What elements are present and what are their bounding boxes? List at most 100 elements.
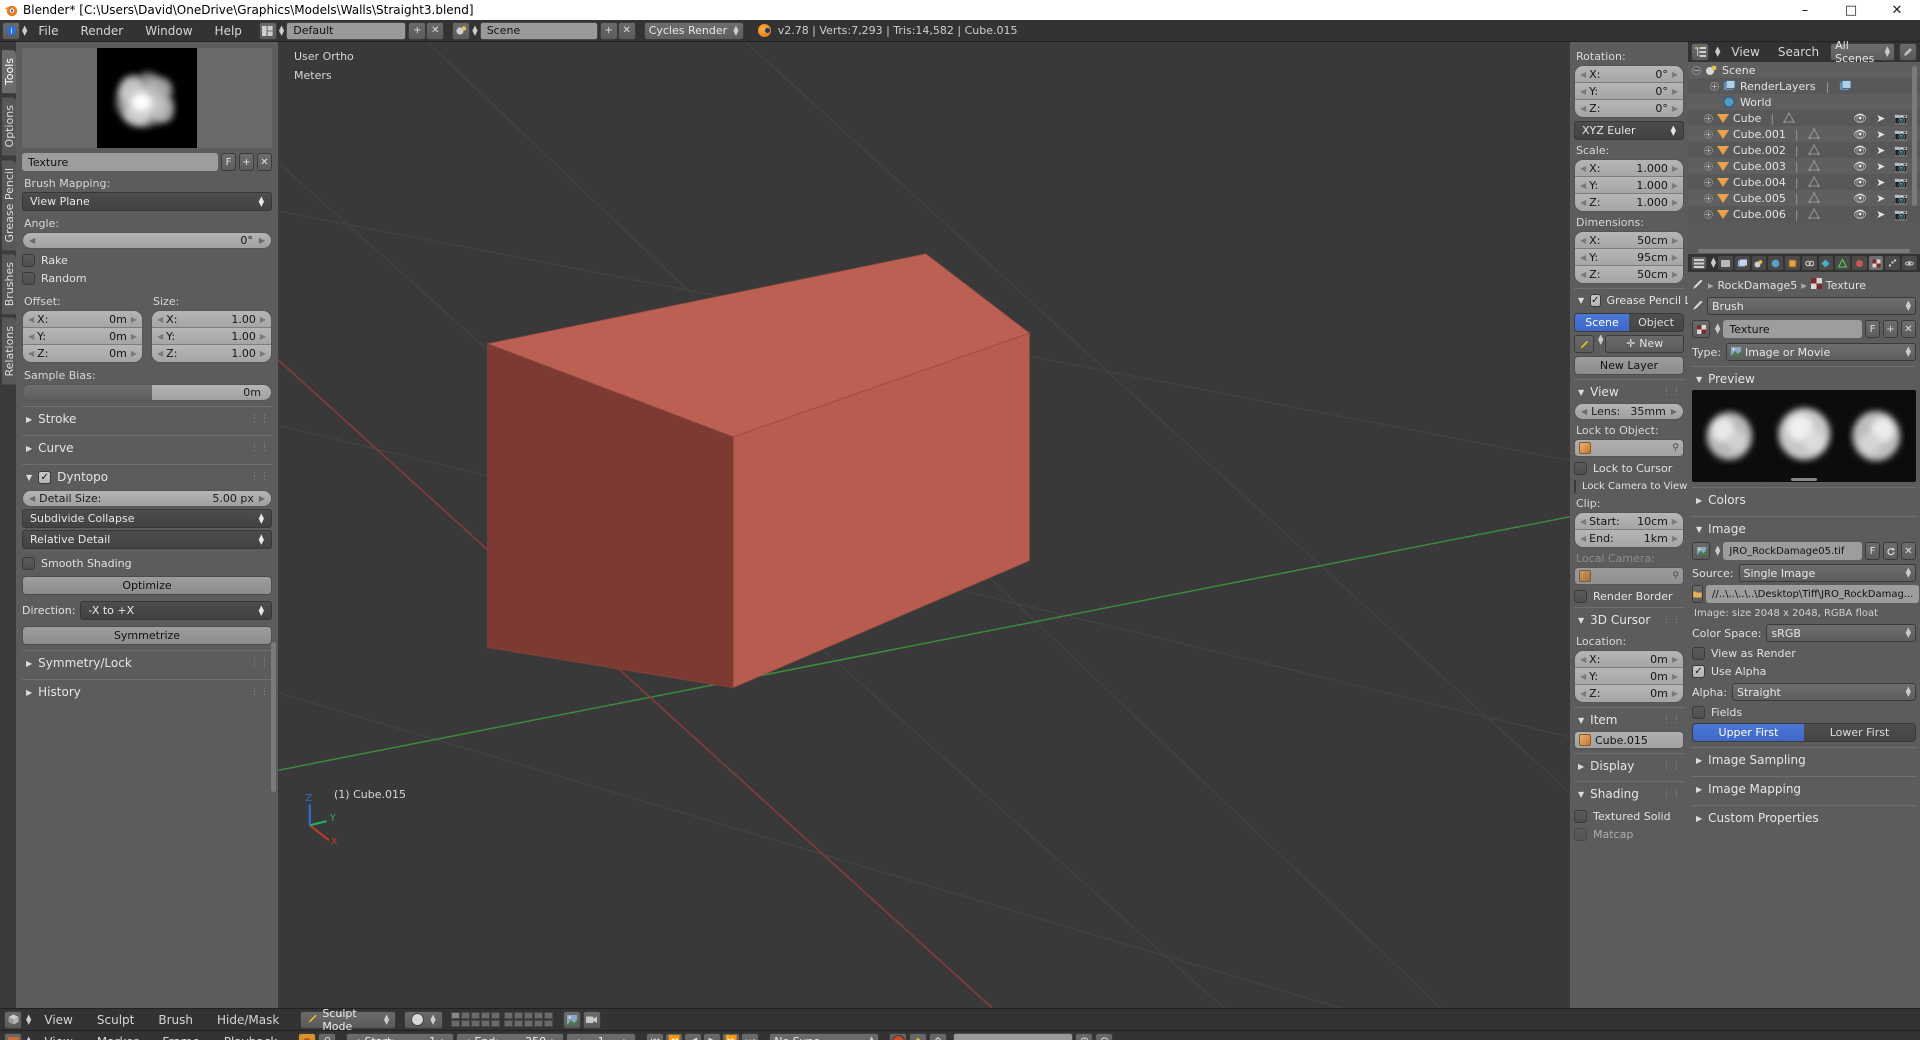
offset-y-field[interactable]: ◀ Y: 0m ▶ (23, 328, 142, 345)
jump-to-start-button[interactable]: ⏮ (646, 1032, 665, 1040)
texture-unlink-button[interactable]: ✕ (1901, 320, 1916, 338)
outliner-row-object[interactable]: + Cube.001 | 👁 ➤ 📷 (1688, 126, 1920, 142)
layer-cell[interactable] (523, 1020, 533, 1027)
layer-cell[interactable] (470, 1020, 480, 1027)
properties-tab-object[interactable] (1785, 256, 1800, 270)
render-camera-icon[interactable]: 📷 (1894, 160, 1908, 173)
properties-editor-chevrons-icon[interactable]: ▲ ▼ (1711, 257, 1716, 269)
cursor-x-field[interactable]: ◀ X: 0m ▶ (1575, 651, 1683, 668)
previous-keyframe-button[interactable]: ⏪ (665, 1032, 684, 1040)
outliner-horizontal-scrollbar[interactable] (1698, 249, 1910, 253)
layer-cell[interactable] (523, 1012, 533, 1019)
scale-x-field[interactable]: ◀ X: 1.000 ▶ (1575, 160, 1683, 177)
upper-first-button[interactable]: Upper First (1693, 724, 1804, 741)
outliner-filter-icon[interactable] (1899, 43, 1917, 61)
outliner-row-object[interactable]: + Cube | 👁 ➤ 📷 (1688, 110, 1920, 126)
tab-brushes[interactable]: Brushes (2, 254, 16, 315)
render-preview-icon[interactable] (562, 1010, 581, 1029)
texture-fake-user-button[interactable]: F (1865, 320, 1880, 338)
play-reverse-button[interactable]: ◀ (684, 1032, 703, 1040)
section-view[interactable]: ▼ View ⋮⋮ (1574, 379, 1684, 403)
play-button[interactable]: ▶ (703, 1032, 722, 1040)
sync-mode-dropdown[interactable]: No Sync ▲▼ (769, 1032, 880, 1040)
image-fake-user-button[interactable]: F (1865, 542, 1880, 560)
footer-menu-view[interactable]: View (33, 1010, 83, 1030)
editor-timeline-chevrons-icon[interactable]: ▲▼ (26, 1035, 31, 1040)
outliner-row-world[interactable]: World (1688, 94, 1920, 110)
gp-object-tab[interactable]: Object (1629, 314, 1683, 331)
cursor-y-field[interactable]: ◀ Y: 0m ▶ (1575, 668, 1683, 685)
image-chevrons-icon[interactable]: ▲ ▼ (1715, 545, 1720, 557)
layer-cell[interactable] (480, 1012, 490, 1019)
jump-to-end-button[interactable]: ⏭ (741, 1032, 760, 1040)
section-image-mapping[interactable]: ▶ Image Mapping (1692, 776, 1916, 800)
select-cursor-icon[interactable]: ➤ (1876, 208, 1885, 221)
clip-end-field[interactable]: ◀ End: 1km ▶ (1575, 530, 1683, 547)
brush-field[interactable]: Brush ▲ ▼ (1707, 297, 1916, 315)
clip-start-field[interactable]: ◀ Start: 10cm ▶ (1575, 513, 1683, 530)
texture-chevrons-icon[interactable]: ▲ ▼ (1715, 323, 1720, 335)
outliner-row-object[interactable]: + Cube.004 | 👁 ➤ 📷 (1688, 174, 1920, 190)
expand-icon[interactable]: + (1704, 177, 1713, 187)
minimize-button[interactable]: – (1782, 0, 1828, 20)
texture-name-field[interactable]: Texture (22, 153, 218, 171)
render-camera-icon[interactable]: 📷 (1894, 192, 1908, 205)
gp-new-layer-button[interactable]: New Layer (1574, 356, 1684, 375)
add-screen-button[interactable]: + (408, 21, 427, 40)
layer-cell[interactable] (533, 1012, 543, 1019)
gp-scene-tab[interactable]: Scene (1575, 314, 1629, 331)
section-display[interactable]: ▶ Display ⋮⋮ (1574, 753, 1684, 777)
item-name-field[interactable]: Cube.015 (1574, 731, 1684, 749)
direction-dropdown[interactable]: -X to +X ▲ ▼ (80, 601, 272, 620)
fields-row[interactable]: Fields (1692, 706, 1916, 719)
lock-to-object-field[interactable]: ⚲ (1574, 439, 1684, 457)
keying-set-button[interactable] (929, 1032, 948, 1040)
timeline-menu-marker[interactable]: Marker (86, 1032, 149, 1040)
footer-menu-hide-mask[interactable]: Hide/Mask (206, 1010, 290, 1030)
matcap-row[interactable]: Matcap (1574, 828, 1684, 841)
rotation-mode-dropdown[interactable]: XYZ Euler ▲ ▼ (1574, 121, 1684, 140)
select-cursor-icon[interactable]: ➤ (1876, 160, 1885, 173)
texture-new-button[interactable]: + (1883, 320, 1898, 338)
timeline-menu-frame[interactable]: Frame (151, 1032, 210, 1040)
dimensions-z-field[interactable]: ◀ Z: 50cm ▶ (1575, 266, 1683, 283)
matcap-checkbox[interactable] (1574, 828, 1587, 841)
brush-mapping-dropdown[interactable]: View Plane ▲ ▼ (22, 192, 272, 211)
view-as-render-checkbox[interactable] (1692, 647, 1705, 660)
properties-tab-scene[interactable] (1751, 256, 1767, 270)
render-camera-icon[interactable]: 📷 (1894, 112, 1908, 125)
section-image-sampling[interactable]: ▶ Image Sampling (1692, 747, 1916, 771)
file-folder-icon[interactable] (1692, 585, 1703, 603)
lock-camera-to-view-row[interactable]: Lock Camera to View (1574, 480, 1687, 493)
random-checkbox[interactable] (22, 272, 35, 285)
texture-type-dropdown[interactable]: Image or Movie ▲ ▼ (1725, 343, 1916, 361)
scale-y-field[interactable]: ◀ Y: 1.000 ▶ (1575, 177, 1683, 194)
properties-tab-world[interactable] (1768, 256, 1784, 270)
select-cursor-icon[interactable]: ➤ (1876, 112, 1885, 125)
optimize-button[interactable]: Optimize (22, 576, 272, 595)
preview-resize-grip[interactable] (1791, 478, 1817, 481)
layer-cell[interactable] (503, 1012, 513, 1019)
lock-camera-to-view-checkbox[interactable] (1574, 480, 1576, 493)
rake-checkbox[interactable] (22, 254, 35, 267)
grease-pencil-source-toggle[interactable]: Scene Object (1574, 313, 1684, 332)
properties-tab-modifiers[interactable] (1818, 256, 1834, 270)
layer-cell[interactable] (503, 1020, 513, 1027)
outliner-row-object[interactable]: + Cube.002 | 👁 ➤ 📷 (1688, 142, 1920, 158)
breadcrumb-brush-icon[interactable] (1692, 278, 1704, 293)
layer-cell[interactable] (543, 1020, 553, 1027)
section-custom-properties[interactable]: ▶ Custom Properties (1692, 805, 1916, 829)
smooth-shading-row[interactable]: Smooth Shading (22, 557, 272, 570)
section-colors[interactable]: ▶ Colors (1692, 487, 1916, 511)
hide-eye-icon[interactable]: 👁 (1853, 176, 1867, 189)
screen-layout-icon[interactable] (258, 21, 277, 40)
properties-tab-texture[interactable] (1868, 256, 1884, 270)
layer-cell[interactable] (533, 1020, 543, 1027)
layer-cell[interactable] (450, 1012, 460, 1019)
image-browse-icon[interactable] (1692, 542, 1710, 560)
offset-x-field[interactable]: ◀ X: 0m ▶ (23, 311, 142, 328)
expand-icon[interactable]: + (1704, 129, 1713, 139)
hide-eye-icon[interactable]: 👁 (1853, 128, 1867, 141)
keying-lock-icon[interactable] (318, 1032, 337, 1040)
collapse-icon[interactable]: − (1692, 65, 1701, 75)
